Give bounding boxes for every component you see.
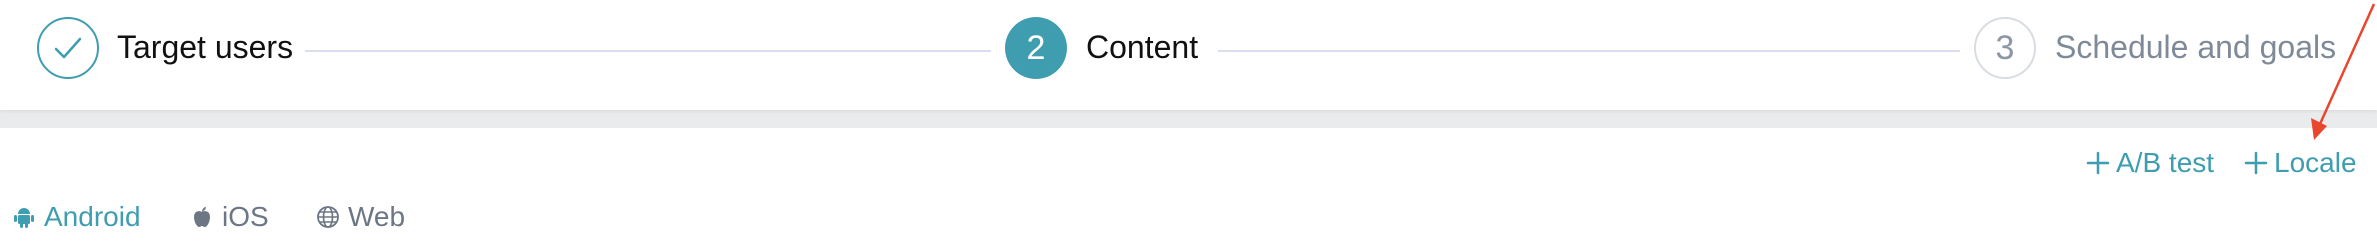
step-connector [305, 50, 991, 52]
step-2-number: 2 [1026, 28, 1046, 67]
android-icon [14, 208, 34, 228]
platform-tab-web[interactable]: Web [316, 199, 405, 235]
platform-tab-android-label: Android [44, 201, 141, 232]
platform-tab-ios-label: iOS [222, 201, 269, 232]
plus-icon [2086, 151, 2110, 175]
step-3-number: 3 [1995, 28, 2015, 67]
step-3-label[interactable]: Schedule and goals [2055, 27, 2336, 67]
step-2-active-circle[interactable]: 2 [1005, 17, 1067, 79]
platform-tab-ios[interactable]: iOS [190, 199, 269, 235]
checkmark-icon [54, 37, 82, 59]
step-3-upcoming-circle[interactable]: 3 [1974, 17, 2036, 79]
apple-icon [194, 207, 210, 227]
globe-icon [317, 206, 339, 228]
step-1-completed-circle[interactable] [37, 17, 99, 79]
add-ab-test-label: A/B test [2116, 147, 2215, 178]
step-1-label[interactable]: Target users [117, 27, 293, 67]
platform-tab-android[interactable]: Android [12, 199, 141, 235]
add-ab-test-button[interactable]: A/B test [2086, 145, 2214, 181]
add-locale-label: Locale [2274, 147, 2357, 178]
progress-stepper: Target users 2 Content 3 Schedule and go… [0, 0, 2377, 110]
step-2-label[interactable]: Content [1086, 27, 1198, 67]
plus-icon [2244, 151, 2268, 175]
platform-tab-web-label: Web [348, 201, 406, 232]
add-locale-button[interactable]: Locale [2244, 145, 2357, 181]
step-connector [1218, 50, 1960, 52]
